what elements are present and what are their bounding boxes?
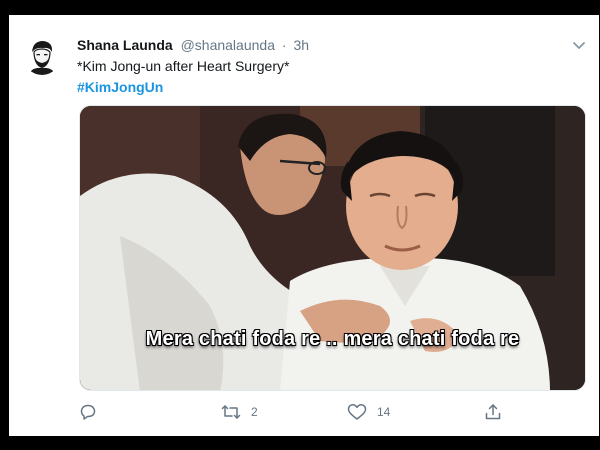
like-icon bbox=[347, 404, 367, 420]
share-button[interactable] bbox=[484, 401, 502, 423]
like-button[interactable]: 14 bbox=[347, 401, 390, 423]
tweet-action-bar: 2 14 bbox=[79, 401, 589, 423]
reply-icon bbox=[80, 404, 96, 420]
avatar[interactable] bbox=[23, 37, 61, 75]
retweet-button[interactable]: 2 bbox=[221, 401, 258, 423]
chevron-down-icon[interactable] bbox=[571, 39, 587, 51]
like-count: 14 bbox=[377, 405, 391, 419]
display-name[interactable]: Shana Launda bbox=[77, 37, 173, 53]
separator-dot: · bbox=[281, 37, 287, 53]
user-handle[interactable]: @shanalaunda bbox=[181, 37, 275, 53]
tweet-card[interactable]: Shana Launda @shanalaunda · 3h *Kim Jong… bbox=[9, 15, 599, 436]
timestamp[interactable]: 3h bbox=[293, 37, 309, 53]
avatar-illustration bbox=[23, 37, 61, 75]
hashtag-link[interactable]: #KimJongUn bbox=[77, 78, 163, 96]
share-icon bbox=[485, 404, 501, 420]
tweet-media-image[interactable]: Mera chati foda re .. mera chati foda re bbox=[79, 105, 586, 391]
reply-button[interactable] bbox=[79, 401, 107, 423]
meme-subtitle-text: Mera chati foda re .. mera chati foda re bbox=[145, 328, 520, 350]
retweet-count: 2 bbox=[251, 405, 258, 419]
screenshot-frame: Shana Launda @shanalaunda · 3h *Kim Jong… bbox=[0, 0, 600, 450]
tweet-header: Shana Launda @shanalaunda · 3h bbox=[77, 36, 309, 54]
tweet-text: *Kim Jong-un after Heart Surgery* bbox=[77, 58, 290, 74]
retweet-icon bbox=[221, 405, 241, 419]
